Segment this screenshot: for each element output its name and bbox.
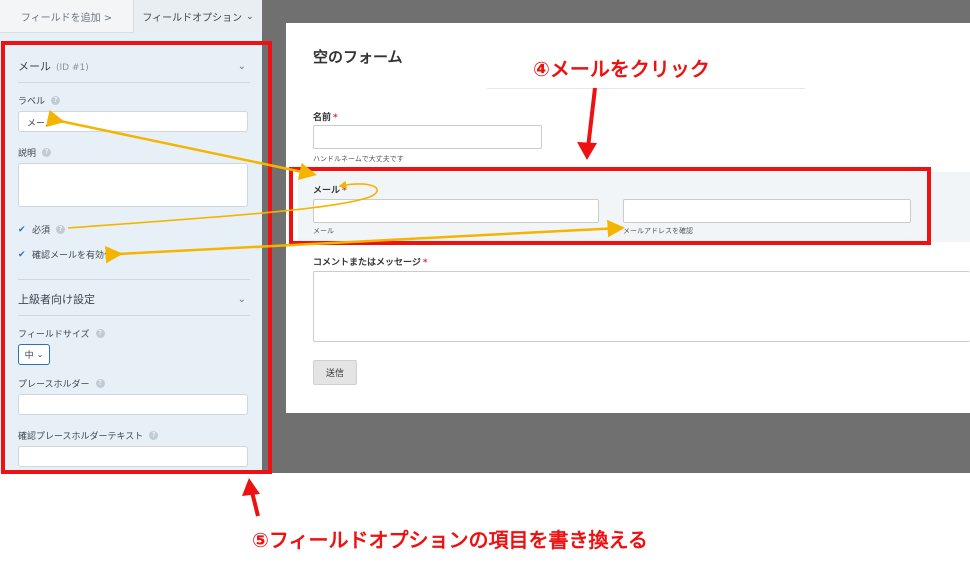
arrow-label-to-email bbox=[45, 109, 317, 180]
arrow-required-to-asterisk bbox=[67, 180, 378, 229]
arrow-confirm-email bbox=[105, 219, 625, 264]
arrow-step4-head bbox=[577, 142, 597, 160]
annotation-arrows bbox=[45, 87, 625, 517]
screenshot-stage: フィールドを追加 > フィールドオプション ⌄ メール (ID #1) ⌄ ラベル… bbox=[0, 0, 970, 566]
arrow-step5-head bbox=[242, 478, 260, 496]
arrow-step4-shaft bbox=[586, 87, 597, 149]
arrow-step5-shaft bbox=[250, 491, 260, 517]
